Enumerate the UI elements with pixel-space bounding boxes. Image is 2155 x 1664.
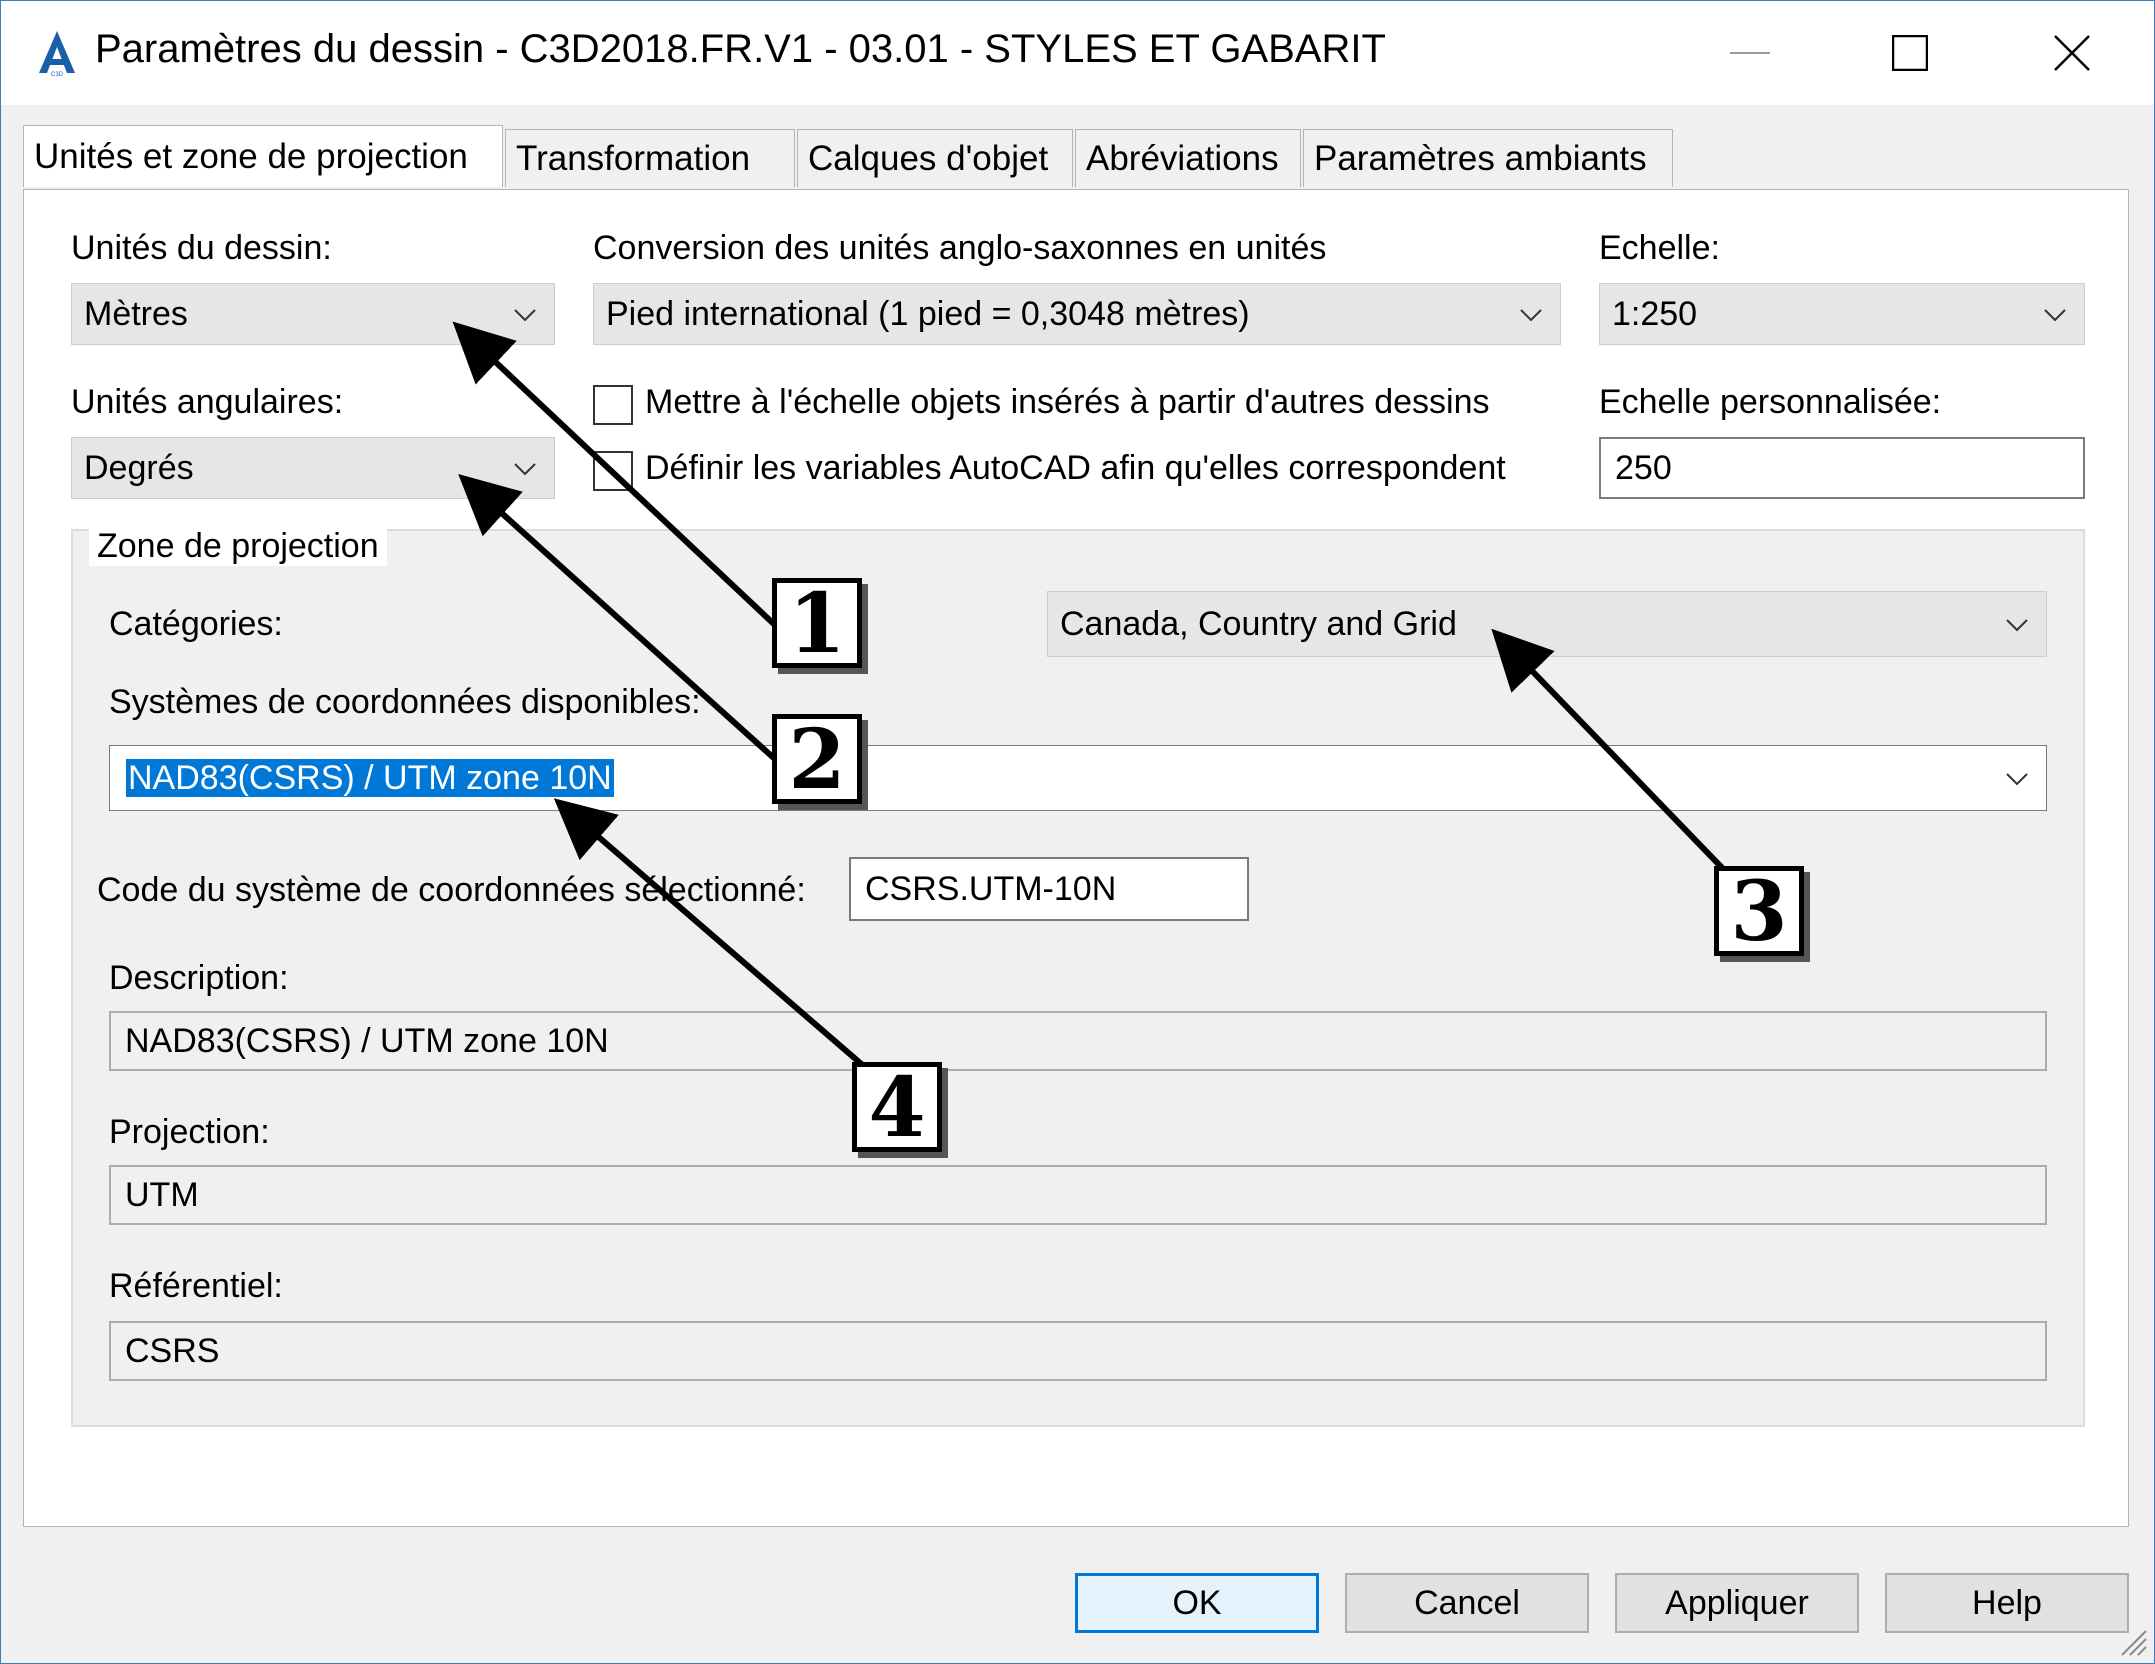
callout-1: 1 xyxy=(772,578,862,668)
arrow-3 xyxy=(1491,628,1733,879)
arrow-2 xyxy=(458,473,779,763)
callout-3: 3 xyxy=(1714,866,1804,956)
arrow-4 xyxy=(553,798,868,1071)
callout-4: 4 xyxy=(852,1062,942,1152)
callout-2: 2 xyxy=(772,714,862,804)
arrow-1 xyxy=(452,321,779,629)
tab-units-projection[interactable]: Unités et zone de projection xyxy=(23,125,503,187)
annotation-arrows xyxy=(452,321,1733,1071)
